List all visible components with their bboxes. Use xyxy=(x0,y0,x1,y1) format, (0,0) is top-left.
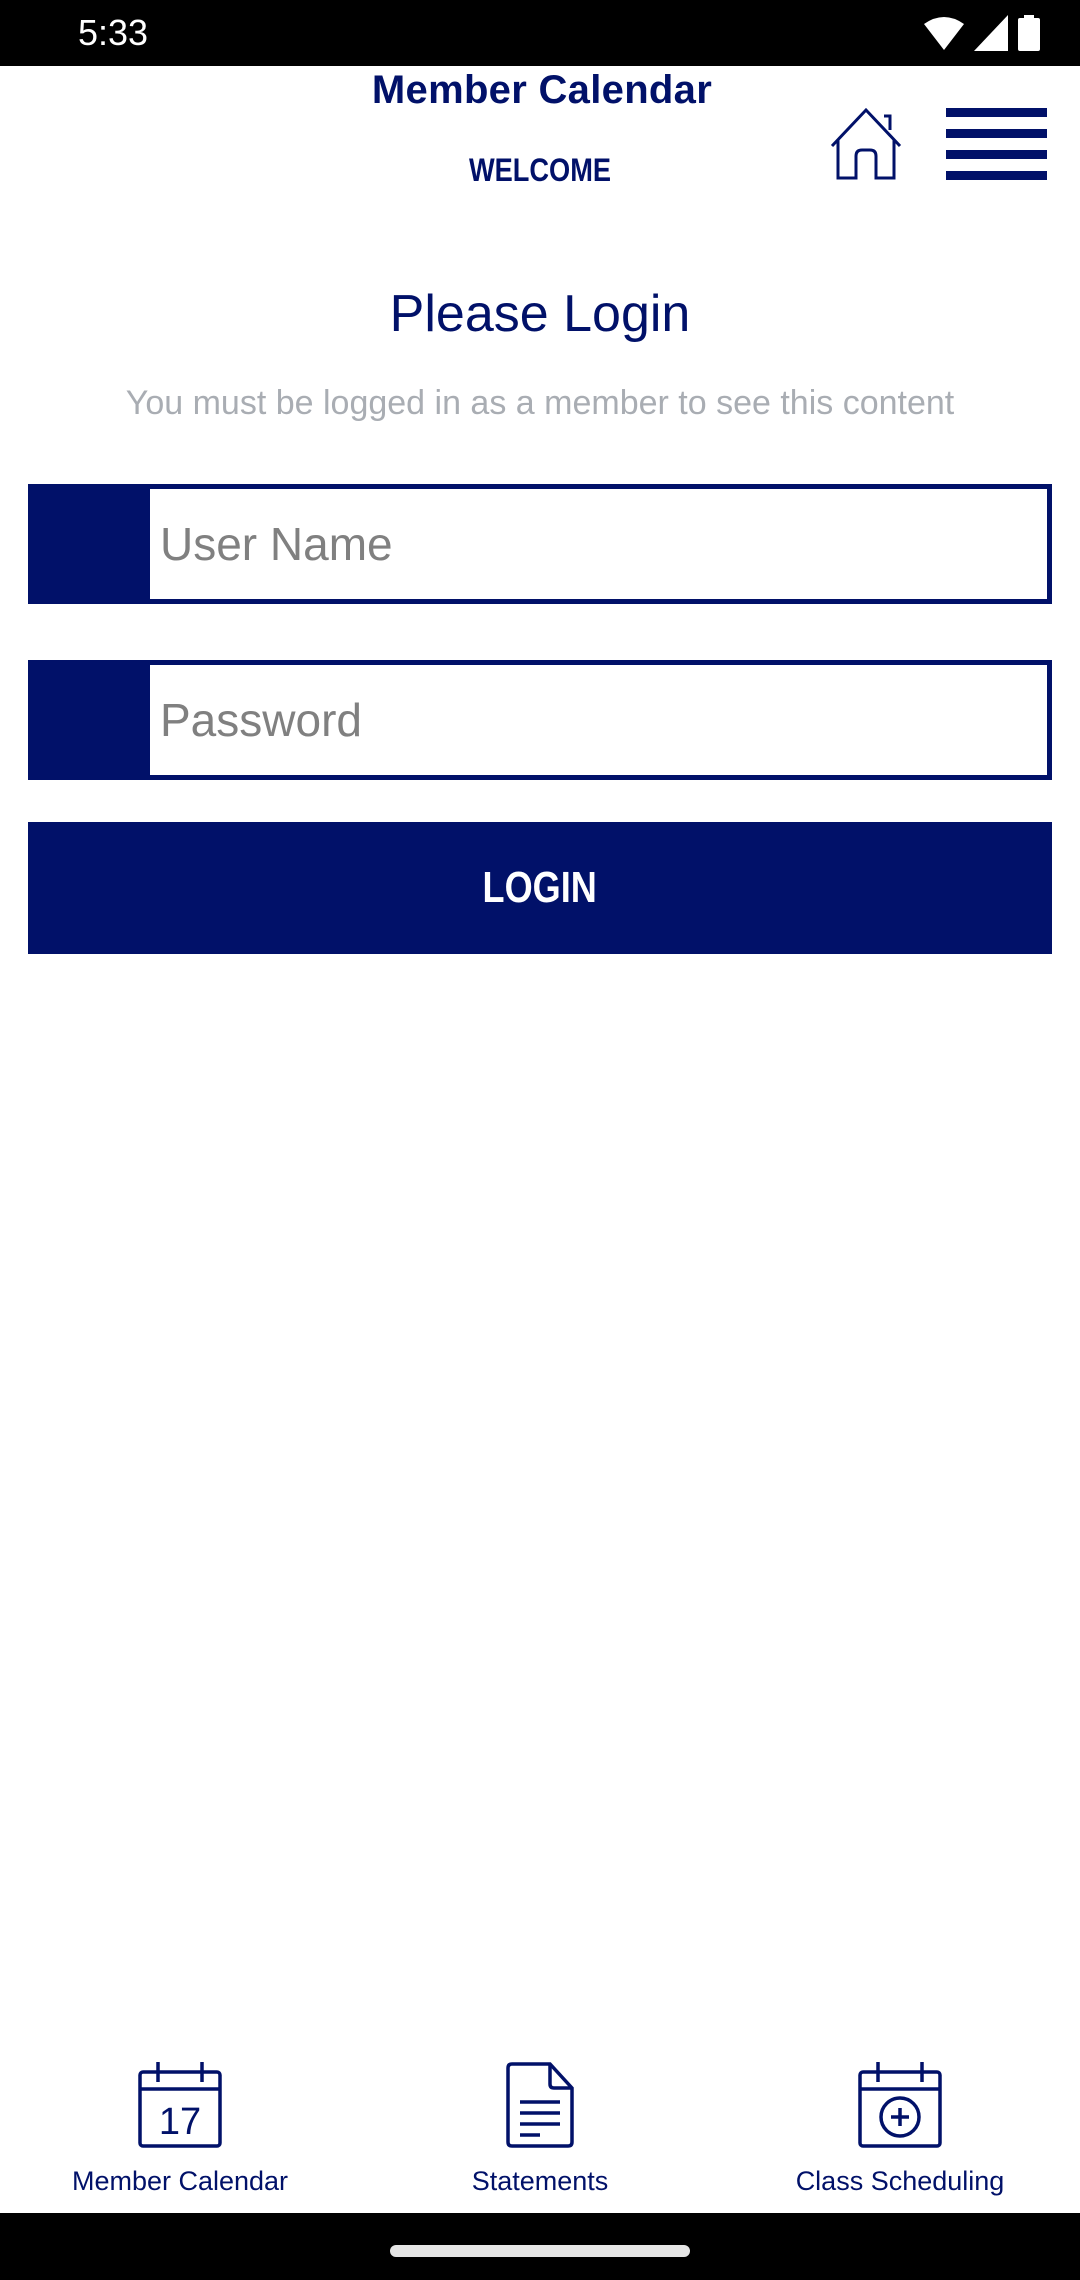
hamburger-bar xyxy=(946,171,1047,180)
nav-item-class-scheduling[interactable]: Class Scheduling xyxy=(720,2040,1080,2213)
system-navigation-bar xyxy=(0,2213,1080,2280)
password-input[interactable] xyxy=(150,665,1047,775)
header-title: Member Calendar xyxy=(0,68,1080,113)
nav-item-statements[interactable]: Statements xyxy=(360,2040,720,2213)
nav-label-class-scheduling: Class Scheduling xyxy=(795,2166,1005,2196)
password-icon-block xyxy=(28,660,150,780)
home-icon xyxy=(830,107,902,180)
app-header: Member Calendar WELCOME xyxy=(0,66,1080,216)
hamburger-menu-icon xyxy=(946,108,1047,117)
header-title-text: Member Calendar xyxy=(371,68,713,112)
wifi-icon xyxy=(924,17,964,50)
calendar-day-number: 17 xyxy=(159,2101,201,2143)
calendar-add-icon xyxy=(858,2062,942,2148)
nav-item-member-calendar[interactable]: 17 Member Calendar xyxy=(0,2040,360,2213)
nav-label-statements: Statements xyxy=(471,2166,609,2196)
username-input[interactable] xyxy=(150,489,1047,599)
nav-label-member-calendar: Member Calendar xyxy=(71,2166,289,2196)
status-time: 5:33 xyxy=(78,12,149,53)
page-title: Please Login xyxy=(389,285,691,343)
login-button[interactable]: LOGIN xyxy=(28,822,1052,954)
password-field-container xyxy=(28,660,1052,780)
hamburger-bar xyxy=(946,150,1047,159)
page-subtitle: You must be logged in as a member to see… xyxy=(125,384,955,422)
gesture-handle[interactable] xyxy=(390,2245,690,2257)
hamburger-menu-button[interactable] xyxy=(944,106,1050,186)
hamburger-bar xyxy=(946,129,1047,138)
username-field-container xyxy=(28,484,1052,604)
bottom-nav: 17 Member Calendar Statements Class Sche… xyxy=(0,2040,1080,2213)
home-button[interactable] xyxy=(826,106,906,182)
status-icons xyxy=(924,14,1040,52)
status-bar: 5:33 xyxy=(0,0,1080,66)
calendar-17-icon: 17 xyxy=(138,2062,222,2148)
battery-icon xyxy=(1018,15,1040,51)
username-icon-block xyxy=(28,484,150,604)
document-icon xyxy=(506,2062,574,2148)
login-button-label: LOGIN xyxy=(482,863,598,912)
cellular-signal-icon xyxy=(974,15,1008,51)
